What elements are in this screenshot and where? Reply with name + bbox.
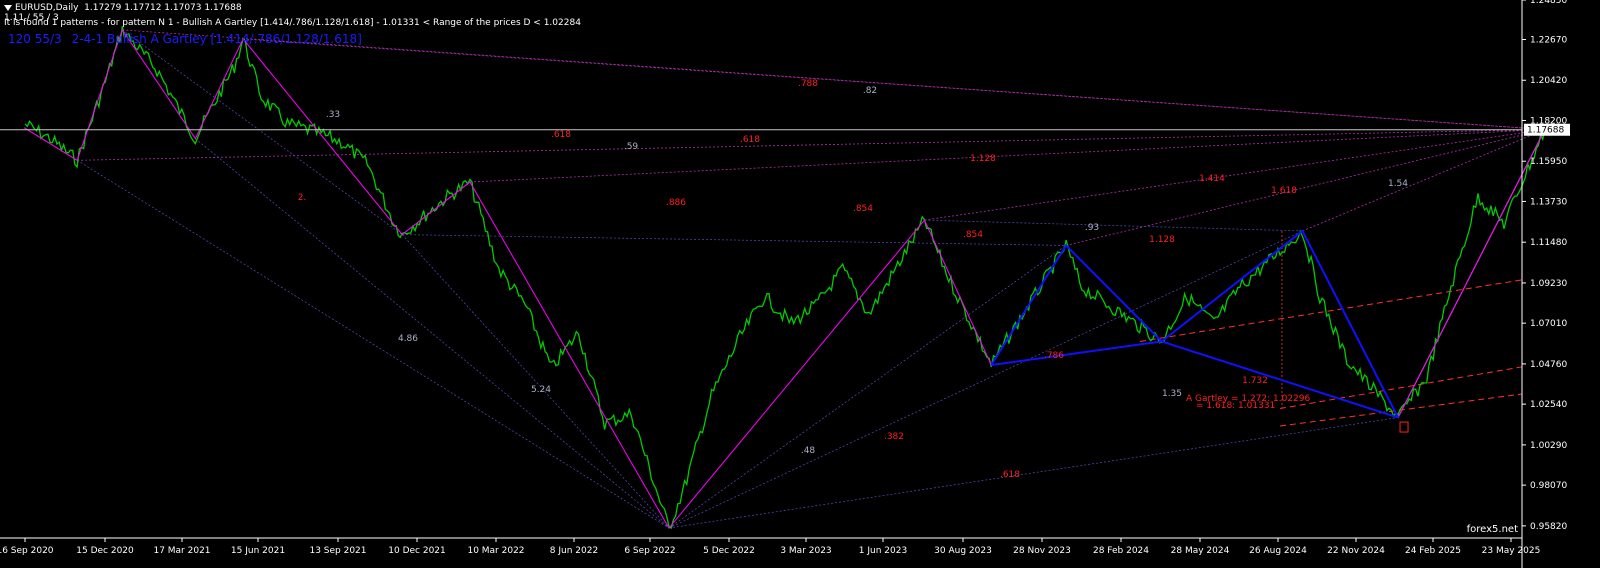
fib-guide-line (1302, 129, 1546, 232)
ratio-label-red: .786 (1044, 351, 1064, 361)
time-tick-label: 13 Sep 2021 (309, 546, 366, 556)
target-line (1279, 366, 1523, 410)
pattern-legs (990, 229, 1399, 418)
pattern-name: 2-4-1 Bullish A Gartley [1.414/.786/1.12… (71, 32, 362, 46)
ratio-label-red: .854 (853, 204, 873, 214)
time-tick-label: 6 Sep 2022 (624, 546, 675, 556)
time-tick-label: 16 Sep 2020 (0, 546, 54, 556)
watermark: forex5.net (1466, 524, 1518, 535)
collapse-triangle-icon[interactable] (4, 4, 12, 11)
time-tick-label: 10 Mar 2022 (467, 546, 524, 556)
swing-guide-line (668, 245, 1067, 529)
zigzag-series (23, 28, 1546, 529)
ratio-label-grey: 1.54 (1388, 179, 1408, 189)
time-tick-label: 23 May 2025 (1482, 546, 1541, 556)
target-line (1279, 393, 1523, 427)
ratio-label-red: .788 (798, 79, 818, 89)
time-tick-label: 10 Dec 2021 (388, 546, 446, 556)
time-tick-label: 28 Feb 2024 (1093, 546, 1149, 556)
price-tick-label: 1.00290 (1530, 441, 1567, 451)
ratio-label-grey: 1.35 (1162, 389, 1182, 399)
swing-guide-line (668, 417, 1399, 529)
pattern-xb-line (991, 340, 1162, 366)
ratio-label-grey: .59 (624, 142, 639, 152)
price-tick-label: 1.02540 (1530, 400, 1567, 410)
ratio-label-grey: .33 (326, 110, 340, 120)
swing-guide-line (401, 234, 670, 529)
ratio-label-grey: 5.24 (531, 385, 551, 395)
ratio-label-grey: .48 (801, 446, 816, 456)
price-chart[interactable]: .33 .59 .82 .93 1.54 4.86 5.24 .48 1.35 .788 .618.… (0, 0, 1600, 568)
ratio-label-red: 1.618 (1271, 186, 1297, 196)
time-tick-label: 5 Dec 2022 (703, 546, 755, 556)
target-line (1139, 279, 1523, 342)
ratio-label-red: .618 (551, 130, 571, 140)
fib-guide-line (243, 38, 1545, 130)
price-tick-label: 1.11480 (1530, 238, 1567, 248)
time-tick-label: 24 Feb 2025 (1405, 546, 1461, 556)
ratio-label-red: .618 (740, 135, 760, 145)
symbol-label: EURUSD,Daily (15, 3, 79, 13)
ratio-label-red: 2. (298, 193, 307, 203)
price-tick-label: 1.20420 (1530, 76, 1567, 86)
ratio-label-red: .854 (963, 230, 983, 240)
time-tick-label: 26 Aug 2024 (1249, 546, 1307, 556)
time-tick-label: 22 Nov 2024 (1327, 546, 1385, 556)
pattern-params: 120 55/3 (8, 32, 62, 46)
ratio-label-red: 1.732 (1242, 376, 1268, 386)
time-tick-label: 30 Aug 2023 (934, 546, 992, 556)
target-label-1618: = 1.618: 1.01331 (1196, 401, 1275, 411)
price-tick-label: 1.22670 (1530, 35, 1567, 45)
ratio-label-red: 1.128 (970, 154, 996, 164)
pattern-label: 120 55/3 2-4-1 Bullish A Gartley [1.414/.… (8, 32, 372, 46)
fib-guide-line (469, 129, 1545, 183)
ratio-label-red: 1.128 (1149, 235, 1175, 245)
fib-guide-line (924, 129, 1545, 221)
time-tick-label: 8 Jun 2022 (550, 546, 598, 556)
fib-guide-line (77, 129, 1545, 161)
completion-zone-box (1399, 421, 1409, 433)
price-series (24, 26, 1546, 530)
price-tick-label: 1.07010 (1530, 319, 1567, 329)
ratio-label-red: .382 (884, 432, 904, 442)
swing-guide-line (668, 230, 1303, 529)
fib-guide-line (1065, 129, 1545, 246)
ratio-label-grey: .93 (1085, 223, 1099, 233)
time-tick-label: 28 May 2024 (1171, 546, 1230, 556)
price-tick-label: 0.98070 (1530, 481, 1567, 491)
price-line (24, 26, 1546, 530)
swing-guide-line (195, 138, 670, 529)
price-tick-label: 1.04760 (1530, 360, 1567, 370)
ratio-label-grey: .82 (863, 86, 877, 96)
time-tick-label: 17 Mar 2021 (153, 546, 210, 556)
pattern-info: It is found 1 patterns - for pattern N 1… (4, 18, 581, 28)
ohlc-values: 1.17279 1.17712 1.17073 1.17688 (84, 3, 242, 13)
time-tick-label: 15 Jun 2021 (231, 546, 285, 556)
axes: 1.248501.226701.204201.182001.159501.137… (0, 0, 1570, 568)
ratio-label-grey: 4.86 (398, 334, 418, 344)
ratio-label-red: .618 (1000, 470, 1020, 480)
time-tick-label: 15 Dec 2020 (76, 546, 134, 556)
price-tick-label: 0.95820 (1530, 522, 1567, 532)
price-tick-label: 1.13730 (1530, 197, 1567, 207)
ratio-label-red: 1.414 (1199, 174, 1225, 184)
time-tick-label: 28 Nov 2023 (1013, 546, 1071, 556)
time-tick-label: 1 Jun 2023 (859, 546, 907, 556)
zigzag-line (23, 28, 1546, 529)
swing-guide-line (122, 29, 403, 235)
time-tick-label: 3 Mar 2023 (780, 546, 831, 556)
ratio-label-red: .886 (666, 198, 686, 208)
price-tick-label: 1.09230 (1530, 279, 1567, 289)
price-tick-label: 1.15950 (1530, 157, 1567, 167)
price-tick-label: 1.24850 (1530, 0, 1567, 6)
chart-header: EURUSD,Daily 1.17279 1.17712 1.17073 1.1… (4, 3, 242, 13)
current-price-label: 1.17688 (1527, 126, 1564, 136)
